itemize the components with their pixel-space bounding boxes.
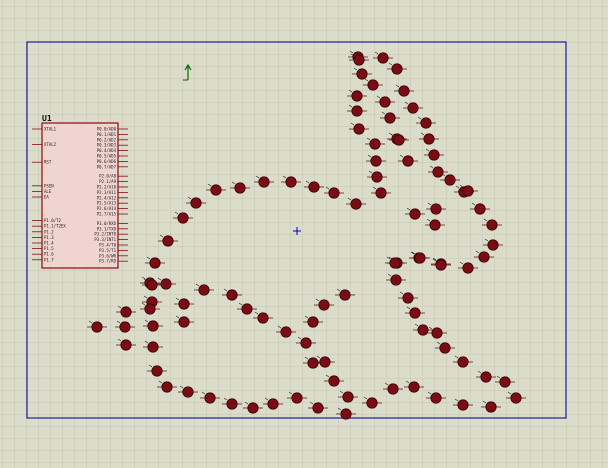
pin-label: P2.4/A12 bbox=[97, 195, 117, 200]
pin-label: P0.1/AD1 bbox=[97, 132, 117, 137]
component-ref-label: U1 bbox=[42, 114, 52, 123]
pin-label: P2.5/A13 bbox=[97, 201, 117, 206]
pin-label: P1.4 bbox=[44, 241, 54, 246]
pin-label: ALE bbox=[44, 189, 52, 194]
pin-label: P1.0/T2 bbox=[44, 218, 61, 223]
pin-label: P2.0/A8 bbox=[99, 174, 116, 179]
pin-label: P1.1/T2EX bbox=[44, 224, 66, 229]
pin-label: P3.1/TXD bbox=[97, 226, 117, 231]
pin-label: P2.6/A14 bbox=[97, 206, 117, 211]
pin-label: P0.4/AD4 bbox=[97, 148, 117, 153]
pin-label: P1.2 bbox=[44, 229, 54, 234]
pin-label: P0.3/AD3 bbox=[97, 143, 117, 148]
pin-label: P0.5/AD5 bbox=[97, 154, 117, 159]
pin-label: P0.2/AD2 bbox=[97, 137, 117, 142]
pin-label: P3.5/T1 bbox=[99, 248, 116, 253]
pin-label: P2.7/A15 bbox=[97, 212, 117, 217]
pin-label: P3.2/INT0 bbox=[94, 232, 116, 237]
pin-label: P0.0/AD0 bbox=[97, 127, 117, 132]
pin-label: P2.3/A11 bbox=[97, 190, 117, 195]
pin-label: P1.5 bbox=[44, 246, 54, 251]
pin-label: P3.6/WR bbox=[99, 253, 116, 258]
pin-label: PSEN bbox=[44, 183, 54, 188]
pin-label: EA bbox=[44, 195, 49, 200]
pin-label: P1.7 bbox=[44, 257, 54, 262]
pin-label: P2.1/A9 bbox=[99, 179, 116, 184]
pin-label: P3.0/RXD bbox=[97, 221, 117, 226]
pin-label: P2.2/A10 bbox=[97, 185, 117, 190]
pin-label: P3.4/T0 bbox=[99, 243, 116, 248]
schematic-canvas[interactable]: U1 XTAL1 XTAL2 RST PSENALEEA P1.0/T2P1.1/T2E… bbox=[0, 0, 608, 468]
pin-label: P0.7/AD7 bbox=[97, 164, 117, 169]
pin-label: P0.6/AD6 bbox=[97, 159, 117, 164]
pin-label: P1.6 bbox=[44, 252, 54, 257]
pin-label: P1.3 bbox=[44, 235, 54, 240]
pin-label: XTAL1 bbox=[44, 127, 57, 132]
microcontroller-u1[interactable]: U1 XTAL1 XTAL2 RST PSENALEEA P1.0/T2P1.1/T2E… bbox=[32, 114, 128, 269]
pin-label: P3.7/RD bbox=[99, 259, 116, 264]
pin-label: RST bbox=[44, 160, 52, 165]
pin-label: XTAL2 bbox=[44, 142, 57, 147]
pin-label: P3.3/INT1 bbox=[94, 237, 116, 242]
